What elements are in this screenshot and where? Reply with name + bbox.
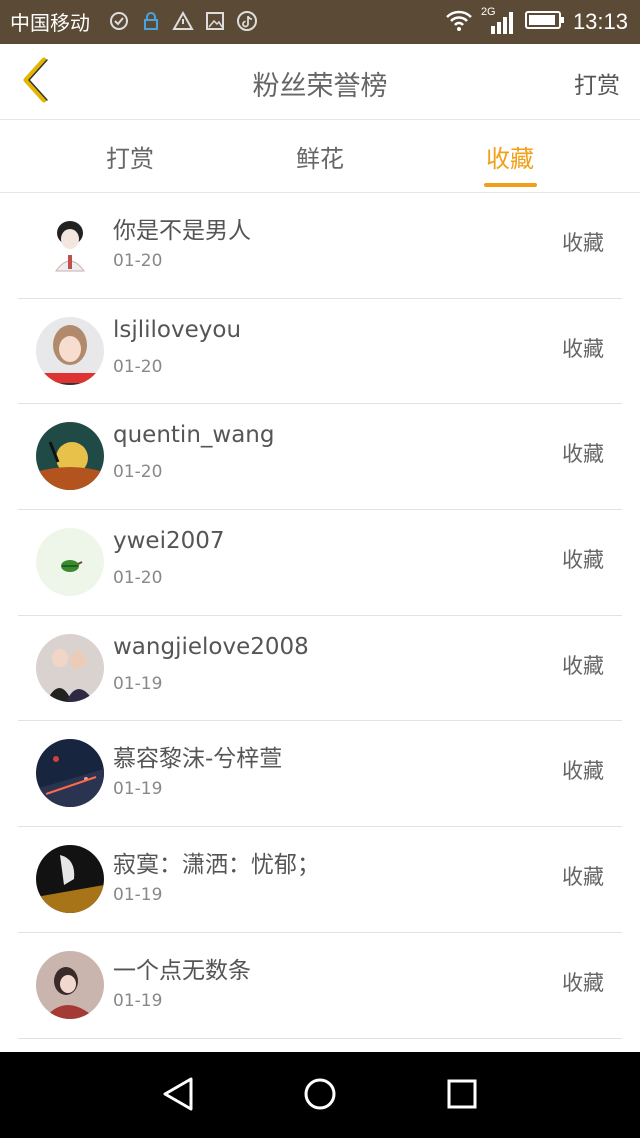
list-item[interactable]: wangjielove2008 01-19 收藏 bbox=[18, 616, 622, 722]
fan-name: 你是不是男人 bbox=[113, 218, 251, 244]
fan-name: 慕容黎沫-兮梓萱 bbox=[113, 746, 283, 773]
warning-icon bbox=[172, 10, 194, 32]
fan-date: 01-20 bbox=[113, 568, 163, 589]
avatar bbox=[36, 739, 104, 808]
fan-name: 一个点无数条 bbox=[113, 957, 251, 984]
notification-icons bbox=[108, 10, 258, 32]
fan-action: 收藏 bbox=[562, 231, 604, 255]
fan-date: 01-20 bbox=[113, 462, 163, 483]
fan-action: 收藏 bbox=[562, 336, 604, 361]
tab-bar: 打赏 鲜花 收藏 bbox=[0, 121, 640, 193]
system-indicators: 2G 13:13 bbox=[445, 6, 628, 38]
reward-button[interactable]: 打赏 bbox=[574, 66, 620, 100]
fan-name: wangjielove2008 bbox=[113, 633, 309, 660]
image-icon bbox=[204, 10, 226, 32]
fan-date: 01-19 bbox=[113, 673, 163, 694]
system-nav-bar bbox=[0, 1052, 640, 1138]
nav-home-button[interactable] bbox=[300, 1076, 340, 1116]
list-item[interactable]: 慕容黎沫-兮梓萱 01-19 收藏 bbox=[18, 721, 622, 828]
fan-action: 收藏 bbox=[562, 865, 604, 890]
fan-date: 01-19 bbox=[113, 990, 163, 1011]
fan-action: 收藏 bbox=[562, 759, 604, 784]
fan-name: 寂寞：潇洒：忧郁； bbox=[113, 852, 320, 879]
active-tab-indicator bbox=[484, 183, 537, 187]
triangle-back-icon bbox=[161, 1076, 195, 1116]
circle-home-icon bbox=[302, 1076, 338, 1116]
battery-icon bbox=[524, 9, 565, 35]
fan-action: 收藏 bbox=[562, 548, 604, 573]
list-item[interactable]: 一个点无数条 01-19 收藏 bbox=[18, 933, 622, 1039]
list-item[interactable]: lsjliloveyou 01-20 收藏 bbox=[18, 299, 622, 405]
avatar bbox=[36, 528, 104, 597]
avatar bbox=[36, 422, 104, 491]
avatar bbox=[36, 950, 104, 1019]
list-item[interactable]: 你是不是男人 01-20 收藏 bbox=[18, 193, 622, 299]
fan-date: 01-20 bbox=[113, 356, 163, 377]
avatar bbox=[36, 316, 104, 385]
status-bar: 中国移动 2G 13:13 bbox=[0, 0, 640, 44]
tab-reward[interactable]: 打赏 bbox=[70, 139, 190, 174]
fan-date: 01-20 bbox=[113, 251, 163, 271]
nav-back-button[interactable] bbox=[158, 1076, 198, 1116]
fan-name: lsjliloveyou bbox=[113, 316, 242, 343]
list-item[interactable]: ywei2007 01-20 收藏 bbox=[18, 510, 622, 616]
list-item[interactable]: 寂寞：潇洒：忧郁； 01-19 收藏 bbox=[18, 827, 622, 933]
fan-list: 你是不是男人 01-20 收藏 lsjliloveyou 01-20 收藏 qu… bbox=[18, 193, 622, 1039]
avatar bbox=[36, 211, 104, 279]
list-item[interactable]: quentin_wang 01-20 收藏 bbox=[18, 404, 622, 511]
clock: 13:13 bbox=[572, 9, 628, 34]
lock-icon bbox=[140, 10, 162, 32]
wifi-icon bbox=[445, 9, 473, 35]
fan-action: 收藏 bbox=[562, 653, 604, 678]
fan-name: quentin_wang bbox=[113, 422, 275, 449]
app-header: 粉丝荣誉榜 打赏 bbox=[0, 44, 640, 120]
signal-icon: 2G bbox=[481, 6, 517, 36]
nav-recents-button[interactable] bbox=[442, 1076, 482, 1116]
tab-favorites[interactable]: 收藏 bbox=[450, 139, 570, 174]
avatar bbox=[36, 845, 104, 914]
fan-action: 收藏 bbox=[562, 970, 604, 995]
square-recents-icon bbox=[445, 1077, 479, 1115]
fan-action: 收藏 bbox=[562, 442, 604, 467]
sync-icon bbox=[108, 10, 130, 32]
carrier-label: 中国移动 bbox=[10, 11, 90, 35]
avatar bbox=[36, 633, 104, 702]
tiktok-icon bbox=[236, 10, 258, 32]
page-title: 粉丝荣誉榜 bbox=[252, 71, 388, 102]
fan-date: 01-19 bbox=[113, 779, 163, 800]
fan-name: ywei2007 bbox=[113, 528, 225, 555]
tab-flowers[interactable]: 鲜花 bbox=[260, 139, 380, 174]
fan-date: 01-19 bbox=[113, 885, 163, 906]
